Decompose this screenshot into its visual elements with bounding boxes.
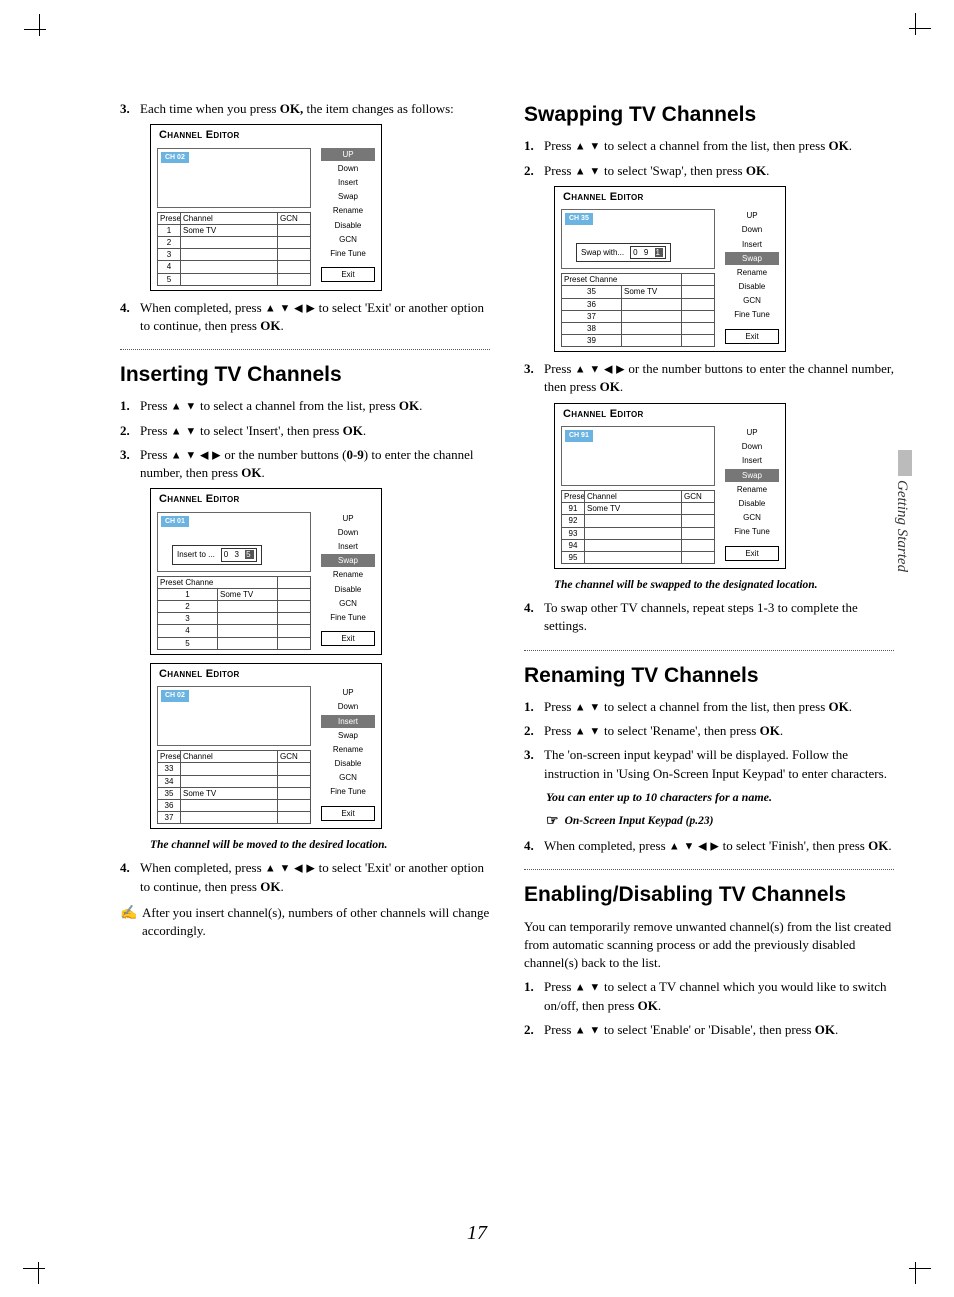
left-column: 3. Each time when you press OK, the item…: [120, 100, 490, 1045]
divider: [120, 349, 490, 350]
page-number: 17: [0, 1219, 954, 1247]
section-heading: Enabling/Disabling TV Channels: [524, 880, 894, 909]
section-tab: Getting Started: [891, 480, 912, 572]
caption: The channel will be moved to the desired…: [150, 837, 490, 853]
table-row: 3: [158, 249, 311, 261]
step-text: Each time when you press OK, the item ch…: [140, 100, 490, 118]
section-heading: Renaming TV Channels: [524, 661, 894, 690]
cross-reference: ☞ On-Screen Input Keypad (p.23): [546, 812, 894, 832]
table-row: 1Some TV: [158, 224, 311, 236]
section-heading: Inserting TV Channels: [120, 360, 490, 389]
step-item: 4. When completed, press ▲ ▼ ◀ ▶ to sele…: [120, 299, 490, 335]
channel-editor-panel: Channel Editor CH 35 Swap with... 0 9 1 …: [554, 186, 786, 353]
channel-table: PresetChannelGCN 1Some TV 2 3 4 5: [157, 212, 311, 286]
channel-editor-panel: Channel Editor CH 01 Insert to ... 0 3 5…: [150, 488, 382, 655]
menu-item: UP: [321, 148, 375, 161]
right-column: Swapping TV Channels 1. Press ▲ ▼ to sel…: [524, 100, 894, 1045]
step-number: 3.: [120, 100, 140, 118]
insert-popup: Insert to ... 0 3 5: [172, 545, 262, 564]
channel-editor-panel: Channel Editor CH 91 PresetChannelGCN 91…: [554, 403, 786, 570]
hand-icon: ✍: [120, 904, 142, 924]
side-tab-block: [898, 450, 912, 476]
swap-popup: Swap with... 0 9 1: [576, 243, 671, 262]
caption: The channel will be swapped to the desig…: [554, 577, 894, 593]
channel-badge: CH 02: [161, 152, 189, 164]
note: ✍ After you insert channel(s), numbers o…: [120, 904, 490, 940]
note-emphasis: You can enter up to 10 characters for a …: [546, 789, 894, 806]
menu-list: UP Down Insert Swap Rename Disable GCN F…: [321, 148, 375, 286]
preview-box: CH 02: [157, 148, 311, 208]
arrows-icon: ▲ ▼ ◀ ▶: [265, 302, 315, 314]
table-row: 2: [158, 236, 311, 248]
intro-text: You can temporarily remove unwanted chan…: [524, 918, 894, 973]
channel-editor-panel: Channel Editor CH 02 PresetChannelGCN 33…: [150, 663, 382, 830]
table-row: 5: [158, 273, 311, 285]
step-item: 3. Each time when you press OK, the item…: [120, 100, 490, 118]
section-heading: Swapping TV Channels: [524, 100, 894, 129]
exit-button: Exit: [321, 267, 375, 282]
hand-icon: ☞: [546, 812, 559, 832]
table-row: 4: [158, 261, 311, 273]
panel-title: Channel Editor: [151, 125, 381, 145]
channel-editor-panel: Channel Editor CH 02 PresetChannelGCN 1S…: [150, 124, 382, 291]
